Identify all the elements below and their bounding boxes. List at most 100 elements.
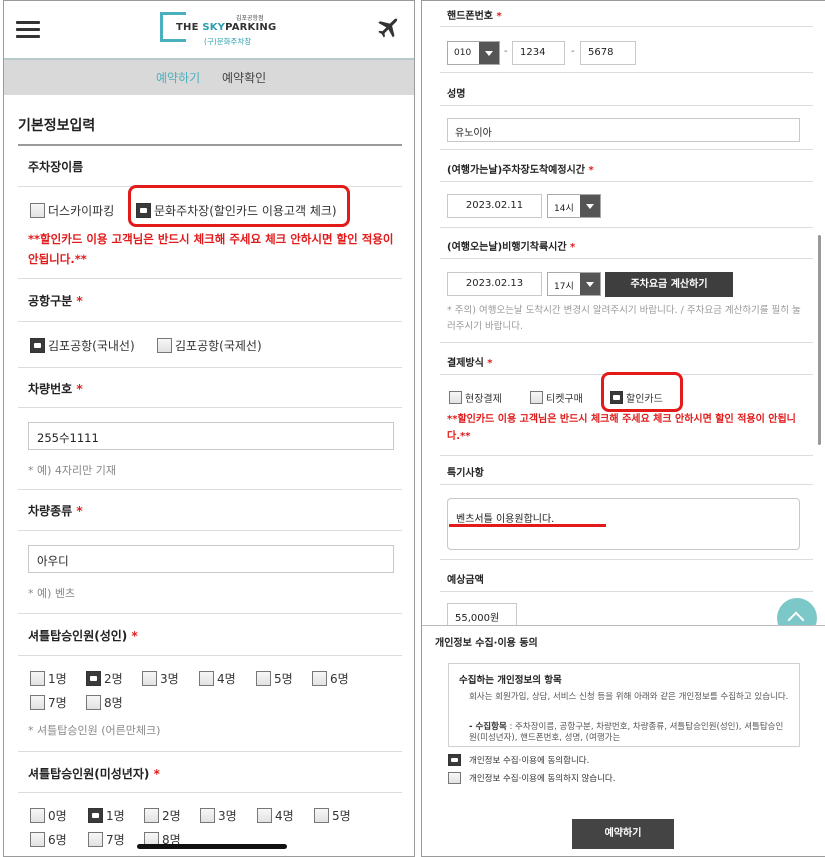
parking-name-label: 주차장이름: [28, 160, 84, 174]
menu-icon[interactable]: [16, 21, 40, 39]
checkbox-checked[interactable]: [86, 671, 101, 686]
parking-option-skyparking[interactable]: 더스카이파킹: [30, 202, 114, 219]
checkbox[interactable]: [157, 338, 172, 353]
divider: [18, 278, 402, 279]
minor-option-4[interactable]: 4명: [257, 807, 294, 824]
checkbox[interactable]: [448, 772, 461, 784]
car-number-input[interactable]: 255수1111: [28, 422, 394, 450]
checkbox[interactable]: [30, 695, 45, 710]
option-label: 7명: [106, 833, 125, 847]
discount-warning: **할인카드 이용 고객님은 반드시 체크해 주세요 체크 안하시면 할인 적용…: [28, 232, 394, 266]
privacy-heading: 수집하는 개인정보의 항목: [459, 675, 562, 686]
checkbox[interactable]: [86, 695, 101, 710]
checkbox-checked[interactable]: [448, 754, 461, 766]
option-label: 5명: [332, 809, 351, 823]
minor-option-1[interactable]: 1명: [88, 807, 125, 824]
checkbox[interactable]: [256, 671, 271, 686]
tab-reserve[interactable]: 예약하기: [156, 69, 200, 86]
divider: [440, 26, 813, 27]
consent-agree-option[interactable]: 개인정보 수집·이용에 동의합니다.: [448, 754, 589, 766]
option-label: 티켓구매: [546, 394, 583, 405]
privacy-terms-box[interactable]: 수집하는 개인정보의 항목 회사는 회원가입, 상담, 서비스 신청 등을 위해…: [448, 663, 800, 747]
home-indicator: [137, 844, 287, 849]
checkbox[interactable]: [30, 671, 45, 686]
airplane-icon[interactable]: [374, 15, 400, 41]
minor-option-7[interactable]: 7명: [88, 831, 125, 848]
return-label-text: (여행오는날)비행기착륙시간: [447, 242, 567, 253]
section-title: 기본정보입력: [18, 118, 96, 134]
payment-option-ticket[interactable]: 티켓구매: [530, 390, 583, 405]
divider: [440, 591, 813, 592]
submit-reservation-button[interactable]: 예약하기: [572, 819, 674, 849]
option-label: 개인정보 수집·이용에 동의합니다.: [469, 756, 590, 766]
checkbox[interactable]: [200, 808, 215, 823]
divider: [18, 144, 402, 146]
adult-option-7[interactable]: 7명: [30, 694, 67, 711]
scrollbar[interactable]: [818, 235, 821, 445]
minor-option-0[interactable]: 0명: [30, 807, 67, 824]
return-hint: * 주의) 여행오는날 도착시간 변경시 알려주시기 바랍니다. / 주차요금 …: [447, 305, 801, 332]
shuttle-adult-label-text: 셔틀탑승인원(성인): [28, 629, 128, 643]
consent-disagree-option[interactable]: 개인정보 수집·이용에 동의하지 않습니다.: [448, 772, 615, 784]
brand-logo[interactable]: 김포공항점 THE SKYPARKING (구)문화주차장: [160, 12, 278, 46]
calculate-fee-button[interactable]: 주차요금 계산하기: [605, 272, 733, 297]
divider: [440, 455, 813, 456]
phone-separator: -: [571, 46, 575, 57]
checkbox-checked[interactable]: [88, 808, 103, 823]
arrival-date-input[interactable]: 2023.02.11: [447, 194, 542, 218]
payment-label: 결제방식 *: [447, 354, 493, 369]
shuttle-minor-label-text: 셔틀탑승인원(미성년자): [28, 767, 150, 781]
checkbox[interactable]: [30, 203, 45, 218]
phone-last-input[interactable]: 5678: [580, 41, 636, 65]
adult-option-8[interactable]: 8명: [86, 694, 123, 711]
checkbox[interactable]: [449, 391, 462, 404]
checkbox-checked[interactable]: [30, 338, 45, 353]
checkbox[interactable]: [30, 832, 45, 847]
divider: [18, 530, 402, 531]
checkbox[interactable]: [199, 671, 214, 686]
checkbox[interactable]: [144, 808, 159, 823]
payment-option-onsite[interactable]: 현장결제: [449, 390, 502, 405]
option-label: 4명: [217, 672, 236, 686]
divider: [18, 613, 402, 614]
airport-option-domestic[interactable]: 김포공항(국내선): [30, 337, 135, 354]
name-input[interactable]: 유노이아: [447, 118, 800, 142]
checkbox[interactable]: [30, 808, 45, 823]
checkbox[interactable]: [142, 671, 157, 686]
privacy-items-text: : 주차장이름, 공항구분, 차량번호, 차량종류, 셔틀탑승인원(성인), 셔…: [469, 722, 784, 743]
option-label: 6명: [48, 833, 67, 847]
arrival-label-text: (여행가는날)주차장도착예정시간: [447, 165, 585, 176]
adult-option-6[interactable]: 6명: [312, 670, 349, 687]
return-date-input[interactable]: 2023.02.13: [447, 272, 542, 296]
divider: [18, 751, 402, 752]
adult-option-5[interactable]: 5명: [256, 670, 293, 687]
adult-option-3[interactable]: 3명: [142, 670, 179, 687]
car-type-input[interactable]: 아우디: [28, 545, 394, 573]
phone-mid-input[interactable]: 1234: [512, 41, 565, 65]
checkbox[interactable]: [88, 832, 103, 847]
checkbox[interactable]: [530, 391, 543, 404]
car-type-hint: * 예) 벤츠: [28, 587, 76, 600]
return-hour-select[interactable]: 17시: [547, 272, 601, 296]
option-label: 7명: [48, 696, 67, 710]
required-mark: *: [496, 11, 502, 22]
airport-option-international[interactable]: 김포공항(국제선): [157, 337, 262, 354]
divider: [440, 227, 813, 228]
option-label: 3명: [218, 809, 237, 823]
minor-option-3[interactable]: 3명: [200, 807, 237, 824]
right-phone-screen: 핸드폰번호 * 010 - 1234 - 5678 성명 유노이아 (여행가는날…: [421, 0, 825, 857]
checkbox[interactable]: [312, 671, 327, 686]
tab-confirm[interactable]: 예약확인: [222, 69, 266, 86]
adult-option-1[interactable]: 1명: [30, 670, 67, 687]
checkbox[interactable]: [257, 808, 272, 823]
minor-option-5[interactable]: 5명: [314, 807, 351, 824]
arrival-hour-select[interactable]: 14시: [547, 194, 601, 218]
phone-prefix-select[interactable]: 010: [447, 41, 500, 65]
adult-option-4[interactable]: 4명: [199, 670, 236, 687]
option-label: 2명: [104, 672, 123, 686]
minor-option-2[interactable]: 2명: [144, 807, 181, 824]
minor-option-6[interactable]: 6명: [30, 831, 67, 848]
checkbox[interactable]: [314, 808, 329, 823]
option-label: 김포공항(국제선): [175, 339, 262, 353]
adult-option-2[interactable]: 2명: [86, 670, 123, 687]
